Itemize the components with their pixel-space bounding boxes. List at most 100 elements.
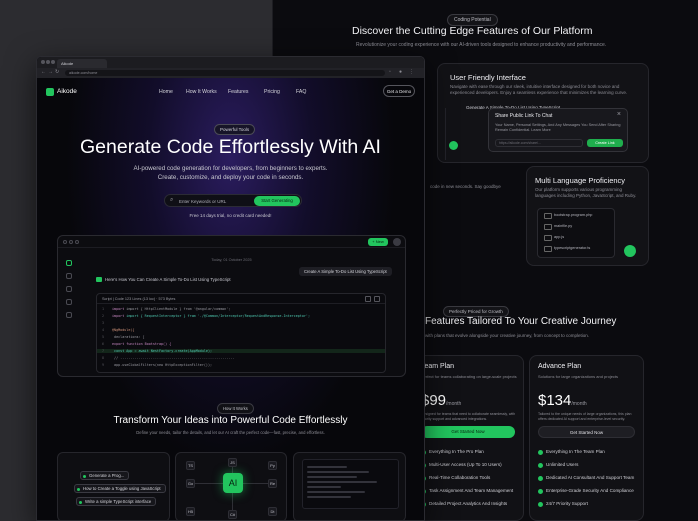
code-line: 1 import import { HttpClientModule } from… [102,307,231,311]
uf-sidebar [445,108,463,160]
plan-feature: Everything In The Pro Plan [421,449,484,455]
library-icon[interactable] [66,286,72,292]
code-block: Script | Code 123 Lines (13 loc) · 573 B… [96,293,386,373]
nav-features[interactable]: Features [228,89,248,95]
app-preview: + New Today, 01 October 2025 Create A Si… [57,235,406,377]
extensions-icon[interactable]: ▫ [389,69,391,75]
javascript-icon: JS [228,458,237,467]
code-line-placeholder [307,486,341,488]
output-code-preview [302,459,399,509]
new-chat-button[interactable]: + New [368,238,388,246]
step-card-define: Generate a Prog... How to Create a Toggl… [57,452,170,520]
profile-icon[interactable]: ● [399,69,402,75]
search-bar: ⌕ Enter Keywords or URL Start Generating [164,194,302,207]
url-field[interactable]: aikode.com/home [65,70,385,76]
plan-name: Advance Plan [538,363,582,370]
reload-icon[interactable]: ↻ [55,69,59,75]
settings-icon[interactable] [66,312,72,318]
ai-response-text: Here's How You Can Create A Simple To-Do… [96,277,231,282]
forward-icon[interactable]: → [48,69,53,75]
nav-home[interactable]: Home [159,89,173,95]
step-chip: Generate a Prog... [80,471,130,480]
step-chip: How to Create a Toggle using JavaScript [74,484,166,493]
plan-feature: Dedicated AI Consultant And Support Team [538,475,634,481]
get-started-button[interactable]: Get Started Now [421,426,515,438]
language-action-icon[interactable] [624,245,636,257]
plan-feature: Multi-User Access (Up To 10 Users) [421,462,502,468]
step-card-ai: AI TS JS Py Go Re H5 C# Dt [175,452,287,520]
search-input[interactable]: Enter Keywords or URL [179,199,226,204]
tab-bar: Aikode [37,57,424,68]
app-dot [69,240,73,244]
plan-name: Team Plan [421,363,455,370]
browser-window: Aikode ← → ↻ aikode.com/home ▫ ● ⋮ Aikod… [36,56,425,521]
team-plan-card: Team Plan Perfect for teams collaboratin… [412,355,524,521]
share-dialog-note: Your Name, Personal Settings, And Any Me… [495,123,621,132]
plan-feature: Everything In The Team Plan [538,449,605,455]
features-subtitle: Revolutionize your coding experience wit… [356,42,607,48]
get-started-button[interactable]: Get Started Now [538,426,635,438]
copy-icon[interactable] [365,296,371,302]
plan-subtitle: Solutions for large organizations and pr… [538,374,619,379]
hero-subtitle-line2: Create, customize, and deploy your code … [157,174,304,181]
features-heading: Discover the Cutting Edge Features of Ou… [352,25,593,37]
hero-subtitle-line1: AI-powered code generation for developer… [133,165,328,172]
close-icon[interactable]: × [617,111,621,118]
back-icon[interactable]: ← [41,69,46,75]
create-link-button[interactable]: Create Link [587,139,623,147]
user-friendly-desc: Navigate with ease through our sleek, in… [450,84,628,95]
user-prompt-bubble: Create A Simple To-Do List Using TypeScr… [299,267,392,276]
plan-feature: Task Assignment And Team Management [421,488,513,494]
history-icon[interactable] [66,273,72,279]
logo-text[interactable]: Aikode [57,88,77,95]
file-row[interactable]: mainfile.py [540,222,610,230]
menu-icon[interactable]: ⋮ [409,69,414,75]
share-icon[interactable] [66,299,72,305]
go-icon: Go [186,479,195,488]
code-line: 3 [102,321,105,325]
file-row[interactable]: typescriptgenerator.ts [540,244,610,252]
typescript-icon: TS [186,461,195,470]
nav-faq[interactable]: FAQ [296,89,306,95]
browser-tab[interactable]: Aikode [57,59,107,68]
file-row[interactable]: bootstrap.program.php [540,211,610,219]
code-line-placeholder [307,471,369,473]
pricing-heading: Features Tailored To Your Creative Journ… [425,316,617,327]
step-card-output [293,452,406,520]
powerful-tools-pill: Powerful Tools [214,124,256,135]
get-demo-button[interactable]: Get a Demo [383,85,415,97]
nav-pricing[interactable]: Pricing [264,89,280,95]
code-line: 8 // ...................................… [102,356,235,360]
download-icon[interactable] [374,296,380,302]
code-line-placeholder [307,476,357,478]
window-minimize-dot[interactable] [46,60,50,64]
code-line: 9 app.useGlobalFilters(new HttpException… [102,363,213,367]
how-it-works-title: Transform Your Ideas into Powerful Code … [113,415,348,426]
start-generating-button[interactable]: Start Generating [254,196,300,206]
dart-icon: Dt [268,507,277,516]
avatar[interactable] [393,238,401,246]
plan-feature: Real-Time Collaboration Tools [421,475,490,481]
window-close-dot[interactable] [41,60,45,64]
plan-desc: Designed for teams that need to collabor… [421,412,516,421]
user-friendly-title: User Friendly Interface [450,73,526,82]
step-chip: Write a simple TypeScript interface [76,497,157,506]
ai-core-icon: AI [223,473,243,493]
html5-icon: H5 [186,507,195,516]
share-dialog-title: Share Public Link To Chat [495,113,553,119]
code-line-placeholder [307,466,347,468]
app-dot [75,240,79,244]
hero-title: Generate Code Effortlessly With AI [80,136,381,158]
app-toolbar: + New [58,236,405,248]
file-row[interactable]: app.js [540,233,610,241]
how-it-works-subtitle: Define your needs, tailor the details, a… [136,430,325,435]
plan-price: $99/month [421,392,461,409]
share-link-input[interactable]: https://aikode.com/share/... [495,139,583,147]
price-period: /month [571,401,587,407]
window-maximize-dot[interactable] [51,60,55,64]
plan-feature: 24/7 Priority Support [538,501,588,507]
plan-feature: Enterprise-Grade Security And Compliance [538,488,634,494]
pricing-subtitle: with plans that evolve alongside your cr… [425,333,590,338]
app-dot [63,240,67,244]
nav-how-it-works[interactable]: How It Works [186,89,217,95]
